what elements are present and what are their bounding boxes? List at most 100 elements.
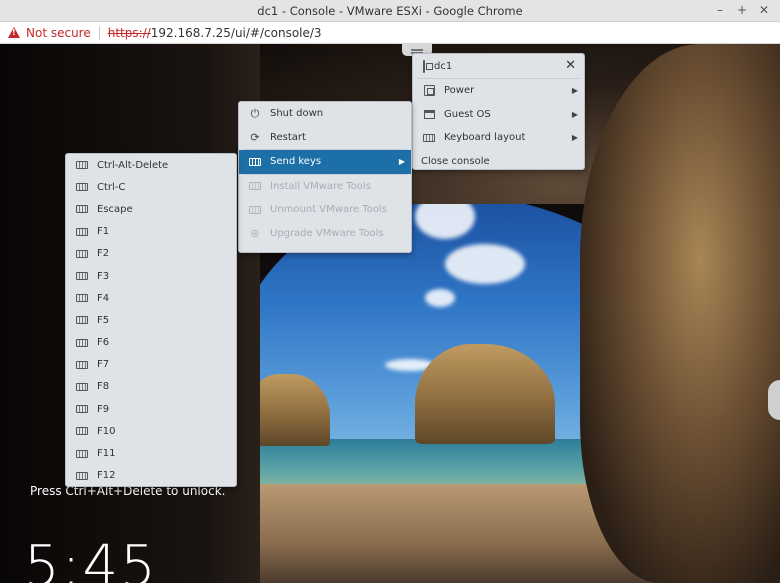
vm-menu-item-close-console[interactable]: Close console — [413, 150, 584, 174]
upgrade-icon: ⊛ — [250, 226, 260, 240]
keyboard-icon — [76, 359, 88, 371]
send-key-label: F2 — [97, 248, 110, 260]
close-window-icon[interactable]: ✕ — [758, 3, 770, 17]
send-key-label: F6 — [97, 337, 110, 349]
send-key-item[interactable]: F5 — [66, 309, 236, 331]
window-controls: – + ✕ — [714, 3, 770, 17]
menu-item-shut-down[interactable]: ⏻ Shut down — [239, 102, 411, 126]
menu-item-label: Guest OS — [444, 108, 491, 120]
maximize-icon[interactable]: + — [736, 3, 748, 17]
lockscreen-clock: 5:45 — [24, 534, 158, 583]
window-titlebar: dc1 - Console - VMware ESXi - Google Chr… — [0, 0, 780, 22]
send-key-item[interactable]: F3 — [66, 265, 236, 287]
guest-os-menu: ⏻ Shut down ⟳ Restart Send keys ▶ Instal… — [238, 101, 412, 253]
keyboard-icon — [76, 425, 88, 437]
cloud — [445, 244, 525, 284]
send-key-item[interactable]: F7 — [66, 354, 236, 376]
cloud — [425, 289, 455, 307]
menu-item-label: Install VMware Tools — [270, 180, 371, 192]
side-panel-handle[interactable] — [768, 380, 780, 420]
menu-item-label: Power — [444, 85, 475, 97]
keyboard-icon — [76, 292, 88, 304]
menu-item-restart[interactable]: ⟳ Restart — [239, 126, 411, 150]
menu-item-label: Upgrade VMware Tools — [270, 227, 384, 239]
vm-menu-item-keyboard-layout[interactable]: Keyboard layout ▶ — [413, 126, 584, 150]
send-keys-menu: Ctrl-Alt-Delete Ctrl-C Escape F1 F2 F3 F4 F5 F6 F… — [65, 153, 237, 487]
send-key-item[interactable]: F10 — [66, 420, 236, 442]
send-key-item[interactable]: Ctrl-C — [66, 176, 236, 198]
send-key-item[interactable]: F4 — [66, 287, 236, 309]
send-key-label: F10 — [97, 425, 116, 437]
send-key-item[interactable]: F1 — [66, 221, 236, 243]
vm-menu-item-guest-os[interactable]: Guest OS ▶ — [413, 103, 584, 127]
url-text[interactable]: 192.168.7.25/ui/#/console/3 — [151, 26, 322, 40]
send-key-item[interactable]: F2 — [66, 243, 236, 265]
send-key-label: F9 — [97, 403, 110, 415]
vm-menu: dc1 ✕ Power ▶ Guest OS ▶ Keyboard layout… — [412, 53, 585, 170]
keyboard-icon — [423, 132, 435, 144]
send-key-item[interactable]: Escape — [66, 198, 236, 220]
send-key-label: F7 — [97, 359, 110, 371]
close-icon[interactable]: ✕ — [565, 58, 576, 73]
send-key-item[interactable]: F11 — [66, 442, 236, 464]
vm-power-icon — [423, 85, 435, 97]
keyboard-icon — [249, 156, 261, 168]
keyboard-icon — [76, 159, 88, 171]
send-key-label: F8 — [97, 381, 110, 393]
send-key-label: F11 — [97, 448, 116, 460]
power-icon: ⏻ — [250, 106, 260, 120]
send-key-label: Escape — [97, 203, 133, 215]
keyboard-icon — [76, 314, 88, 326]
menu-item-label: Keyboard layout — [444, 132, 526, 144]
menu-item-label: Shut down — [270, 108, 324, 120]
security-label[interactable]: Not secure — [26, 26, 91, 40]
send-key-label: F1 — [97, 226, 110, 238]
warning-icon[interactable] — [8, 27, 20, 38]
keyboard-icon — [76, 270, 88, 282]
address-bar[interactable]: Not secure https:// 192.168.7.25/ui/#/co… — [0, 22, 780, 44]
send-key-label: F12 — [97, 470, 116, 482]
window-title: dc1 - Console - VMware ESXi - Google Chr… — [257, 3, 523, 18]
send-key-item[interactable]: F6 — [66, 332, 236, 354]
chevron-right-icon: ▶ — [571, 86, 578, 96]
menu-item-label: Close console — [421, 155, 490, 167]
menu-item-install-vmware-tools: Install VMware Tools — [239, 175, 411, 199]
cave-right-wall — [580, 44, 780, 583]
guest-os-icon — [423, 108, 435, 120]
send-key-item[interactable]: F9 — [66, 398, 236, 420]
send-key-label: Ctrl-C — [97, 181, 126, 193]
send-key-label: F5 — [97, 314, 110, 326]
menu-item-label: Unmount VMware Tools — [270, 204, 387, 216]
send-key-item[interactable]: F12 — [66, 465, 236, 487]
url-protocol[interactable]: https:// — [108, 26, 151, 40]
keyboard-icon — [76, 337, 88, 349]
vm-menu-item-power[interactable]: Power ▶ — [413, 79, 584, 103]
keyboard-icon — [76, 403, 88, 415]
chevron-right-icon: ▶ — [571, 133, 578, 143]
send-key-item[interactable]: F8 — [66, 376, 236, 398]
keyboard-icon — [249, 204, 261, 216]
menu-item-label: Restart — [270, 131, 306, 143]
keyboard-icon — [249, 180, 261, 192]
send-key-label: Ctrl-Alt-Delete — [97, 159, 169, 171]
keyboard-icon — [76, 181, 88, 193]
vm-menu-header: dc1 ✕ — [413, 54, 584, 78]
vm-name: dc1 — [434, 60, 453, 72]
chevron-right-icon: ▶ — [571, 109, 578, 119]
address-separator — [98, 25, 100, 40]
keyboard-icon — [76, 470, 88, 482]
menu-item-send-keys[interactable]: Send keys ▶ — [239, 150, 411, 174]
menu-item-upgrade-vmware-tools: ⊛ Upgrade VMware Tools — [239, 222, 411, 246]
keyboard-icon — [76, 203, 88, 215]
chevron-right-icon: ▶ — [398, 157, 405, 167]
keyboard-icon — [76, 226, 88, 238]
send-key-label: F3 — [97, 270, 110, 282]
restart-icon: ⟳ — [250, 130, 260, 144]
keyboard-icon — [76, 448, 88, 460]
minimize-icon[interactable]: – — [714, 3, 726, 17]
menu-item-unmount-vmware-tools: Unmount VMware Tools — [239, 198, 411, 222]
keyboard-icon — [76, 248, 88, 260]
menu-item-label: Send keys — [270, 156, 322, 168]
send-key-item[interactable]: Ctrl-Alt-Delete — [66, 154, 236, 176]
keyboard-icon — [76, 381, 88, 393]
